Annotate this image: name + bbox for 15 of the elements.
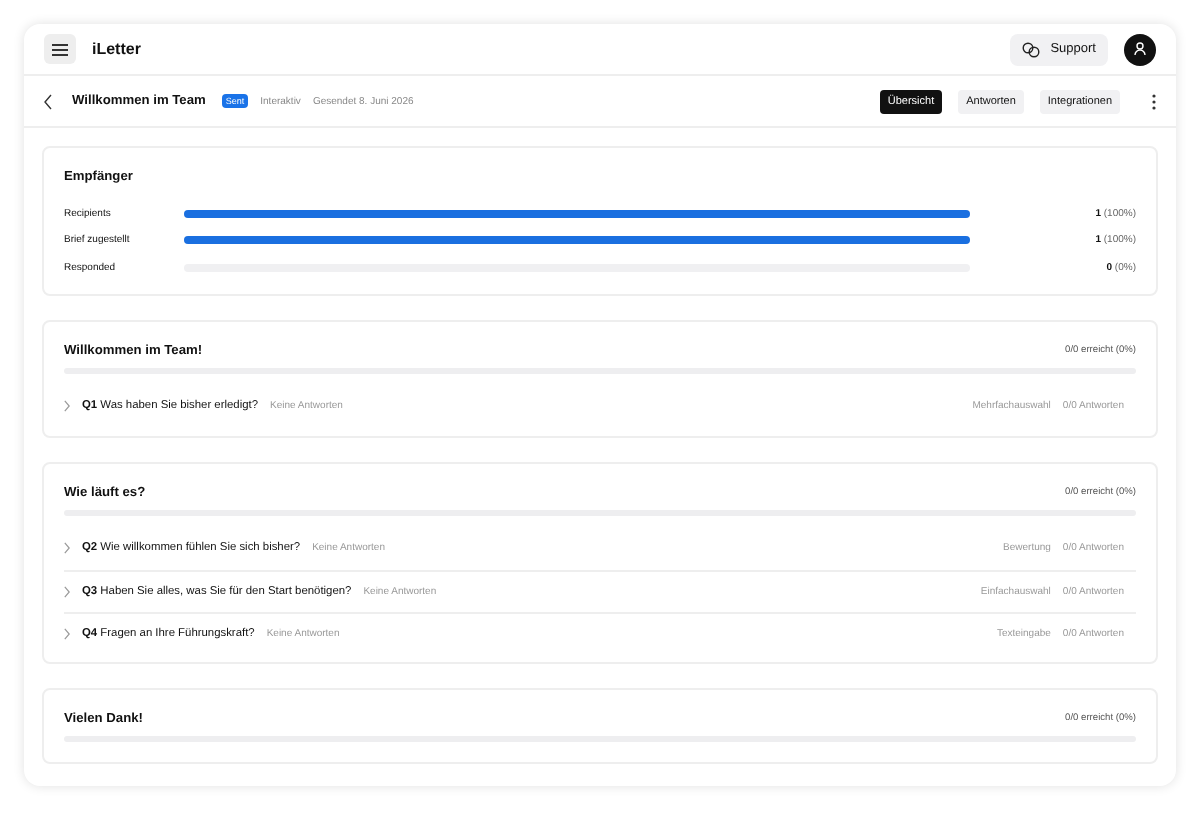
app-title: iLetter: [92, 40, 141, 58]
expand-button[interactable]: [64, 400, 70, 412]
avatar-button[interactable]: [1124, 33, 1156, 65]
chevron-right-icon: [64, 585, 70, 597]
chevron-right-icon: [64, 400, 70, 412]
chevron-right-icon: [64, 627, 70, 639]
menu-button[interactable]: [44, 34, 76, 64]
chat-bubbles-icon: [1022, 41, 1041, 57]
menu-icon: [52, 43, 68, 55]
expand-button[interactable]: [64, 542, 70, 554]
user-icon: [1134, 42, 1146, 56]
expand-button[interactable]: [64, 585, 70, 597]
chevron-right-icon: [64, 542, 70, 554]
expand-button[interactable]: [64, 627, 70, 639]
chevron-left-icon: [44, 93, 52, 109]
